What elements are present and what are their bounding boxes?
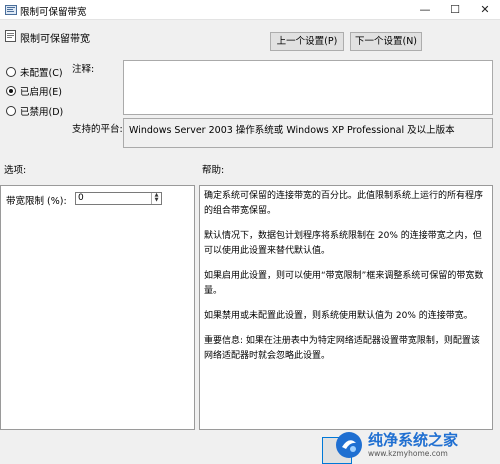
help-pane: 确定系统可保留的连接带宽的百分比。此值限制系统上运行的所有程序的组合带宽保留。 … (199, 185, 493, 430)
help-paragraph: 如果禁用或未配置此设置，则系统使用默认值为 20% 的连接带宽。 (204, 311, 473, 321)
radio-label: 未配置(C) (20, 68, 63, 79)
maximize-button[interactable]: ☐ (440, 0, 470, 20)
comment-label: 注释: (72, 64, 95, 75)
radio-disabled[interactable]: 已禁用(D) (6, 104, 63, 118)
radio-label: 已启用(E) (20, 87, 62, 98)
supported-on-label: 支持的平台: (72, 124, 123, 135)
watermark-logo-icon (336, 432, 362, 458)
title-bar: 限制可保留带宽 — ☐ ✕ (0, 0, 500, 20)
policy-settings-icon (5, 5, 17, 15)
comment-field[interactable] (123, 60, 493, 115)
options-pane: 带宽限制 (%): (0, 185, 195, 430)
help-header: 帮助: (202, 165, 225, 176)
bandwidth-limit-value: 0 (78, 193, 84, 203)
help-paragraph: 确定系统可保留的连接带宽的百分比。此值限制系统上运行的所有程序的组合带宽保留。 (204, 191, 484, 216)
watermark-brand: 纯净系统之家 (368, 430, 459, 449)
radio-circle (6, 67, 16, 77)
supported-on-field: Windows Server 2003 操作系统或 Windows XP Pro… (123, 118, 493, 148)
radio-enabled[interactable]: 已启用(E) (6, 84, 62, 98)
minimize-button[interactable]: — (410, 0, 440, 20)
policy-document-icon (5, 30, 16, 42)
watermark-url: www.kzmyhome.com (368, 448, 448, 458)
options-header: 选项: (4, 165, 27, 176)
radio-circle (6, 106, 16, 116)
close-button[interactable]: ✕ (470, 0, 500, 20)
spin-buttons: ▲ ▼ (151, 193, 161, 204)
spin-down-icon[interactable]: ▼ (152, 198, 161, 203)
radio-circle-selected (6, 86, 16, 96)
previous-setting-button[interactable]: 上一个设置(P) (270, 32, 344, 51)
bandwidth-limit-label: 带宽限制 (%): (6, 196, 67, 207)
help-paragraph: 重要信息: 如果在注册表中为特定网络适配器设置带宽限制，则配置该网络适配器时就会… (204, 336, 480, 361)
policy-name: 限制可保留带宽 (20, 34, 90, 45)
next-setting-button[interactable]: 下一个设置(N) (350, 32, 422, 51)
watermark: 纯净系统之家 www.kzmyhome.com (334, 428, 494, 462)
help-paragraph: 默认情况下，数据包计划程序将系统限制在 20% 的连接带宽之内，但可以使用此设置… (204, 231, 482, 256)
radio-label: 已禁用(D) (20, 107, 64, 118)
bandwidth-limit-spinbox[interactable]: 0 ▲ ▼ (75, 192, 162, 205)
help-paragraph: 如果启用此设置，则可以使用“带宽限制”框来调整系统可保留的带宽数量。 (204, 271, 484, 296)
radio-not-configured[interactable]: 未配置(C) (6, 65, 63, 79)
window-title: 限制可保留带宽 (20, 7, 87, 18)
